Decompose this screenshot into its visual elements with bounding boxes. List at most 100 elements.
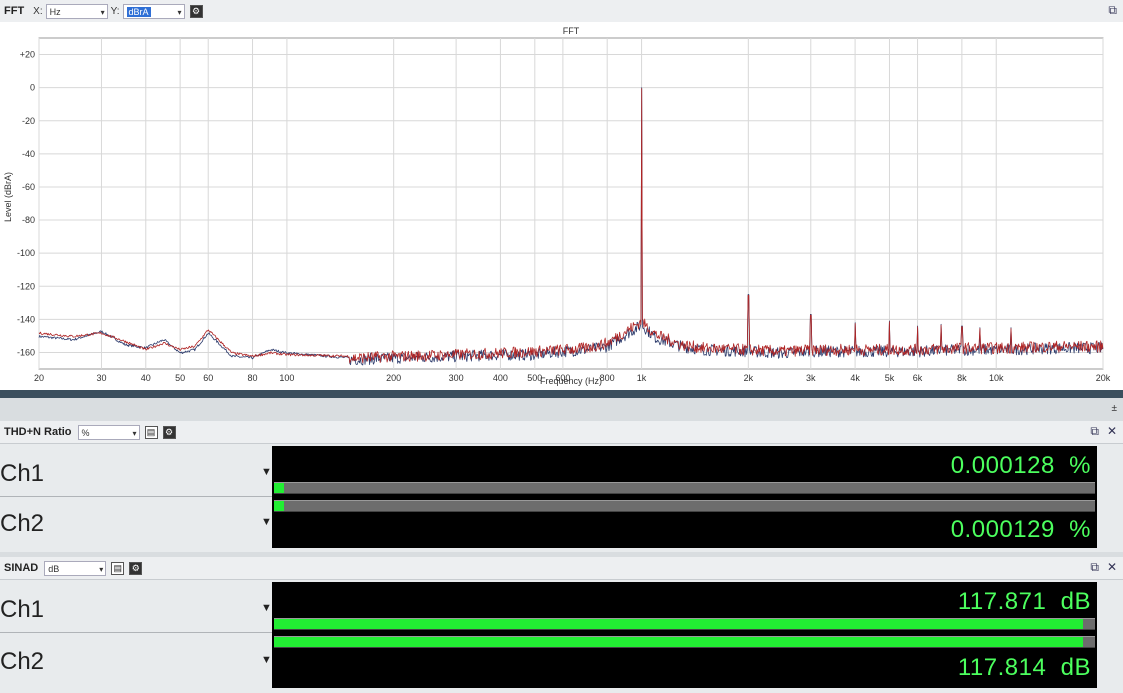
sinad-ch2-readout: 117.814 dB	[958, 654, 1091, 682]
sinad-ch1-label: Ch1	[0, 596, 45, 623]
divider	[0, 632, 272, 633]
x-tick-label: 20	[34, 373, 44, 383]
popout-icon[interactable]: ⧉	[1090, 560, 1099, 575]
gear-icon[interactable]: ⚙	[162, 425, 176, 439]
fft-chart-area: 20 30 40 50 60 80 100 200 300 400 500 600 800 1k 2k 3k 4…	[0, 22, 1123, 390]
thdn-ch1-bar	[274, 482, 1095, 494]
thdn-display: 0.000128 % 0.000129 %	[272, 446, 1097, 548]
x-unit-value: Hz	[49, 6, 61, 17]
format-icon[interactable]: ▤	[144, 425, 158, 439]
y-tick-label: 0	[30, 83, 35, 93]
gear-icon[interactable]: ⚙	[129, 561, 143, 575]
collapse-icon[interactable]: ±	[1112, 403, 1118, 414]
sinad-ch2-label: Ch2	[0, 648, 45, 675]
y-unit-value: dBrA	[126, 6, 151, 17]
chevron-down-icon: ▾	[132, 428, 137, 438]
close-icon[interactable]: ✕	[1107, 560, 1117, 575]
close-icon[interactable]: ✕	[1107, 424, 1117, 439]
thdn-panel-header: THD+N Ratio % ▾ ▤ ⚙ ⧉ ✕	[0, 421, 1123, 444]
sinad-unit-select[interactable]: dB ▾	[44, 560, 107, 576]
x-tick-label: 40	[141, 373, 151, 383]
thdn-ch2-label: Ch2	[0, 510, 45, 537]
chevron-down-icon[interactable]: ▼	[261, 466, 272, 478]
sinad-ch1-bar-fill	[274, 619, 1083, 629]
x-tick-label: 3k	[806, 373, 816, 383]
x-unit-label: X:	[33, 5, 43, 17]
sinad-ch1-readout: 117.871 dB	[958, 588, 1091, 616]
y-tick-label: -140	[17, 314, 35, 324]
x-tick-label: 1k	[637, 373, 647, 383]
fft-panel-title: FFT	[4, 5, 25, 17]
thdn-panel-title: THD+N Ratio	[4, 426, 72, 438]
sinad-ch2-value: 117.814	[957, 654, 1047, 681]
format-icon[interactable]: ▤	[111, 561, 125, 575]
fft-panel-header: FFT X: Hz ▾ Y: dBrA ▾ ⚙ ⧉	[0, 0, 1123, 23]
thdn-ch1-readout: 0.000128 %	[951, 452, 1091, 480]
panel-splitter[interactable]	[0, 390, 1123, 398]
y-tick-label: -80	[22, 215, 35, 225]
chevron-down-icon: ▾	[100, 7, 105, 17]
thdn-unit-select[interactable]: % ▾	[77, 424, 140, 440]
x-tick-label: 10k	[989, 373, 1004, 383]
sinad-corner-controls: ⧉ ✕	[1090, 560, 1117, 575]
sinad-ch2-bar-fill	[274, 637, 1083, 647]
y-tick-label: -20	[22, 116, 35, 126]
x-tick-label: 60	[203, 373, 213, 383]
thdn-ch1-unit: %	[1069, 452, 1091, 479]
gear-icon[interactable]: ⚙	[189, 4, 203, 18]
sinad-ch2-unit: dB	[1060, 654, 1091, 681]
thdn-ch1-bar-fill	[274, 483, 284, 493]
y-tick-label: -120	[17, 281, 35, 291]
x-tick-label: 5k	[885, 373, 895, 383]
thdn-meter: Ch1 ▼ Ch2 ▼ 0.000128 % 0.000129 %	[0, 444, 1123, 552]
sinad-ch1-bar	[274, 618, 1095, 630]
divider	[0, 496, 272, 497]
sinad-meter: Ch1 ▼ Ch2 ▼ 117.871 dB 117.814 dB	[0, 580, 1123, 693]
sinad-ch2-bar	[274, 636, 1095, 648]
sinad-panel-title: SINAD	[4, 562, 39, 574]
thdn-ch2-bar	[274, 500, 1095, 512]
x-tick-label: 400	[493, 373, 508, 383]
y-axis-label: Level (dBrA)	[3, 172, 13, 222]
x-tick-label: 30	[96, 373, 106, 383]
sinad-unit-value: dB	[48, 563, 60, 574]
thdn-ch2-readout: 0.000129 %	[951, 516, 1091, 544]
fft-chart: 20 30 40 50 60 80 100 200 300 400 500 600 800 1k 2k 3k 4…	[3, 26, 1111, 386]
y-tick-label: -60	[22, 182, 35, 192]
x-tick-label: 300	[449, 373, 464, 383]
popout-icon[interactable]: ⧉	[1108, 3, 1117, 18]
chevron-down-icon[interactable]: ▼	[261, 602, 272, 614]
sinad-panel-header: SINAD dB ▾ ▤ ⚙ ⧉ ✕	[0, 557, 1123, 580]
y-tick-label: +20	[20, 50, 35, 60]
chart-title: FFT	[563, 26, 580, 36]
x-tick-label: 4k	[850, 373, 860, 383]
y-tick-label: -40	[22, 149, 35, 159]
x-tick-label: 6k	[913, 373, 923, 383]
thdn-corner-controls: ⧉ ✕	[1090, 424, 1117, 439]
sinad-ch1-unit: dB	[1060, 588, 1091, 615]
chevron-down-icon: ▾	[99, 564, 104, 574]
y-unit-select[interactable]: dBrA ▾	[122, 3, 185, 19]
x-tick-label: 20k	[1096, 373, 1111, 383]
popout-icon[interactable]: ⧉	[1090, 424, 1099, 439]
sinad-ch1-value: 117.871	[957, 588, 1047, 615]
chevron-down-icon[interactable]: ▼	[261, 516, 272, 528]
thdn-ch1-label: Ch1	[0, 460, 45, 487]
sinad-display: 117.871 dB 117.814 dB	[272, 582, 1097, 688]
thdn-ch2-unit: %	[1069, 516, 1091, 543]
chevron-down-icon: ▾	[177, 7, 182, 17]
thdn-ch2-bar-fill	[274, 501, 284, 511]
y-unit-label: Y:	[110, 5, 120, 17]
x-tick-label: 200	[386, 373, 401, 383]
thdn-unit-value: %	[81, 427, 90, 438]
thdn-ch1-value: 0.000128	[950, 452, 1055, 479]
x-tick-label: 50	[175, 373, 185, 383]
x-tick-label: 8k	[957, 373, 967, 383]
x-tick-label: 2k	[744, 373, 754, 383]
y-tick-label: -160	[17, 347, 35, 357]
x-unit-select[interactable]: Hz ▾	[45, 3, 108, 19]
thdn-ch2-value: 0.000129	[950, 516, 1055, 543]
fft-corner-controls: ⧉	[1108, 3, 1117, 18]
chevron-down-icon[interactable]: ▼	[261, 654, 272, 666]
x-tick-label: 80	[248, 373, 258, 383]
